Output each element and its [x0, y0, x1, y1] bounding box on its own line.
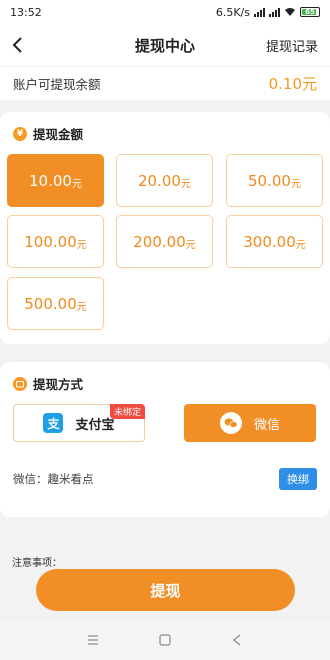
signal-icon-2 — [269, 7, 280, 17]
home-icon[interactable] — [157, 632, 173, 648]
method-card: 提现方式 支 支付宝 未绑定 微信 微信：趣米看点 换绑 — [0, 362, 330, 517]
status-time: 13:52 — [10, 5, 42, 19]
rebind-button[interactable]: 换绑 — [279, 468, 317, 490]
balance-row: 账户可提现余额 0.10元 — [0, 66, 330, 100]
amount-title: 提现金额 — [33, 127, 84, 142]
wechat-label: 微信 — [253, 417, 280, 433]
wallet-icon — [13, 376, 27, 391]
nav-bar: 提现中心 提现记录 — [0, 24, 330, 66]
amount-option-50[interactable]: 50.00 元 — [226, 154, 323, 207]
battery-icon: 65 — [300, 7, 320, 17]
unbound-badge: 未绑定 — [109, 404, 145, 419]
amount-option-200[interactable]: 200.00 元 — [116, 215, 213, 268]
amount-option-300[interactable]: 300.00 元 — [226, 215, 323, 268]
balance-value: 0.10元 — [268, 75, 317, 93]
yuan-coin-icon: ¥ — [13, 126, 27, 141]
battery-level: 65 — [305, 8, 315, 16]
withdraw-records-link[interactable]: 提现记录 — [266, 36, 318, 55]
signal-icon — [254, 7, 265, 17]
withdraw-submit-button[interactable]: 提现 — [36, 569, 295, 611]
back-icon[interactable] — [229, 632, 245, 648]
balance-label: 账户可提现余额 — [13, 77, 101, 92]
alipay-icon: 支 — [43, 413, 64, 433]
back-arrow-icon[interactable] — [8, 34, 28, 56]
status-bar: 13:52 6.5K/s 65 — [0, 0, 330, 24]
notes-label: 注意事项： — [12, 558, 62, 569]
alipay-label: 支付宝 — [75, 417, 115, 433]
alipay-option[interactable]: 支 支付宝 未绑定 — [13, 404, 145, 442]
wechat-icon — [219, 412, 242, 434]
amount-option-10[interactable]: 10.00 元 — [7, 154, 104, 207]
amount-card: ¥ 提现金额 10.00 元 20.00 元 50.00 元 100.00 元 200.… — [0, 112, 330, 344]
network-speed: 6.5K/s — [215, 5, 250, 19]
system-nav-bar — [0, 620, 330, 660]
amount-option-100[interactable]: 100.00 元 — [7, 215, 104, 268]
page-title: 提现中心 — [134, 36, 195, 55]
menu-icon[interactable] — [85, 632, 101, 648]
amount-option-20[interactable]: 20.00 元 — [116, 154, 213, 207]
method-title: 提现方式 — [33, 377, 84, 392]
wechat-option[interactable]: 微信 — [184, 404, 316, 442]
bound-account-text: 微信：趣米看点 — [13, 472, 94, 486]
wifi-icon — [285, 8, 295, 16]
bind-row: 微信：趣米看点 换绑 — [13, 468, 317, 490]
amount-option-500[interactable]: 500.00 元 — [7, 277, 104, 330]
